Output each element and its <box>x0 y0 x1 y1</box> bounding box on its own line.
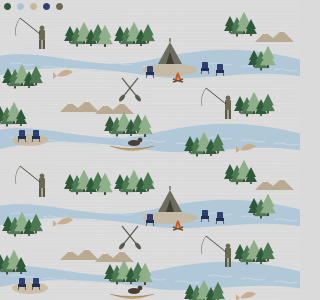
sand-patch <box>12 134 48 146</box>
registration-dot <box>4 2 11 10</box>
fabric-swatch <box>0 0 300 300</box>
registration-dot <box>30 2 37 10</box>
sand-patch <box>12 282 48 294</box>
registration-dot <box>17 2 24 10</box>
selvage-color-registration <box>0 0 300 12</box>
registration-dot <box>56 2 63 10</box>
registration-dot <box>43 2 50 10</box>
camping-print-canvas <box>0 0 300 300</box>
